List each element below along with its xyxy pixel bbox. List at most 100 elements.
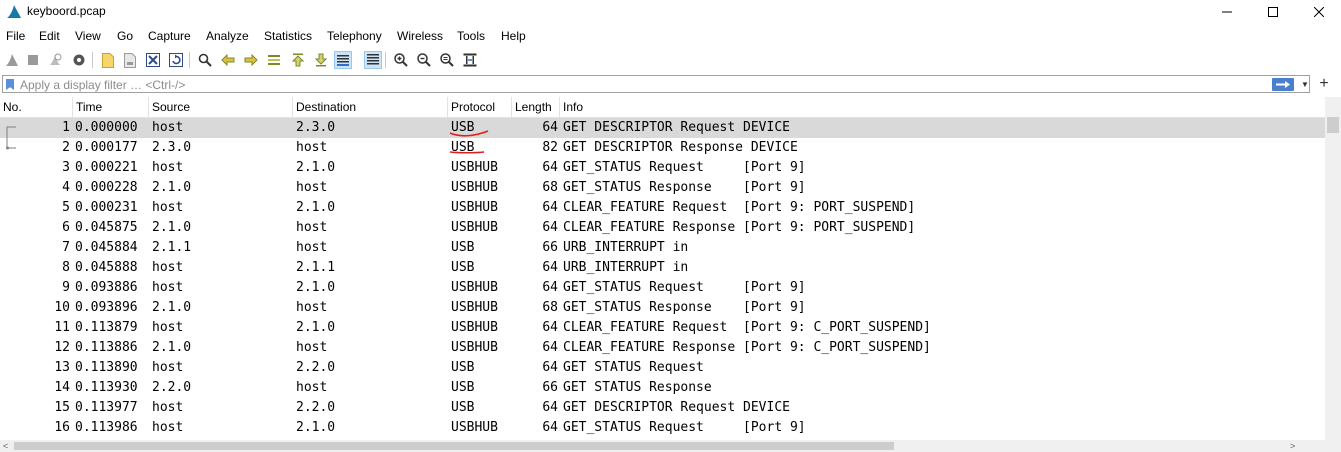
go-first-icon xyxy=(292,53,304,67)
zoom-in-button[interactable] xyxy=(392,51,410,69)
packet-row[interactable]: 7 0.045884 2.1.1 host USB 66 URB_INTERRUPT in xyxy=(0,238,1325,258)
packet-time: 0.113986 xyxy=(75,420,138,435)
packet-row[interactable]: 16 0.113986 host 2.1.0 USBHUB 64 GET_STATUS Re… xyxy=(0,418,1325,438)
packet-info: GET STATUS Request xyxy=(563,360,704,375)
packet-no: 4 xyxy=(62,180,70,195)
display-filter-input[interactable] xyxy=(20,78,1260,92)
packet-protocol: USBHUB xyxy=(451,420,498,435)
scroll-left-icon[interactable]: < xyxy=(3,440,8,452)
horizontal-scrollbar[interactable]: < > xyxy=(0,440,1341,452)
minimize-button[interactable] xyxy=(1204,0,1250,24)
packet-row[interactable]: 14 0.113930 2.2.0 host USB 66 GET STATUS Respo… xyxy=(0,378,1325,398)
packet-destination: 2.2.0 xyxy=(296,400,336,415)
packet-protocol: USBHUB xyxy=(451,300,498,315)
packet-row[interactable]: 1 0.000000 host 2.3.0 USB 64 GET DESCRIPTOR Re… xyxy=(0,118,1325,138)
restart-capture-button[interactable] xyxy=(46,51,64,69)
colorize-button[interactable] xyxy=(364,51,382,69)
column-header-protocol[interactable]: Protocol xyxy=(448,97,512,117)
scroll-thumb[interactable] xyxy=(14,442,894,450)
packet-row[interactable]: 11 0.113879 host 2.1.0 USBHUB 64 CLEAR_FEATURE… xyxy=(0,318,1325,338)
packet-no: 12 xyxy=(54,340,70,355)
packet-destination: 2.1.1 xyxy=(296,260,336,275)
menu-go[interactable]: Go xyxy=(117,29,133,43)
start-capture-button[interactable] xyxy=(3,51,21,69)
packet-row[interactable]: 15 0.113977 host 2.2.0 USB 64 GET DESCRIPTOR R… xyxy=(0,398,1325,418)
packet-protocol: USBHUB xyxy=(451,340,498,355)
go-to-packet-button[interactable] xyxy=(265,51,283,69)
vertical-scrollbar[interactable] xyxy=(1325,97,1341,440)
bookmark-icon[interactable] xyxy=(6,79,14,90)
scroll-right-icon[interactable]: > xyxy=(1290,440,1295,452)
menu-analyze[interactable]: Analyze xyxy=(206,29,249,43)
go-last-button[interactable] xyxy=(312,51,330,69)
packet-row[interactable]: 3 0.000221 host 2.1.0 USBHUB 64 GET_STATUS Req… xyxy=(0,158,1325,178)
column-header-info[interactable]: Info xyxy=(560,97,1325,117)
autoscroll-button[interactable] xyxy=(334,51,352,69)
menu-edit[interactable]: Edit xyxy=(39,29,60,43)
packet-length: 64 xyxy=(542,220,558,235)
menu-help[interactable]: Help xyxy=(501,29,526,43)
menu-view[interactable]: View xyxy=(75,29,101,43)
capture-options-button[interactable] xyxy=(70,51,88,69)
stop-capture-button[interactable] xyxy=(24,51,42,69)
normal-size-button[interactable] xyxy=(438,51,456,69)
column-header-destination[interactable]: Destination xyxy=(293,97,448,117)
close-button[interactable] xyxy=(1296,0,1341,24)
go-back-button[interactable] xyxy=(219,51,237,69)
packet-row[interactable]: 4 0.000228 2.1.0 host USBHUB 68 GET_STATUS Res… xyxy=(0,178,1325,198)
zoom-out-button[interactable] xyxy=(415,51,433,69)
save-file-button[interactable] xyxy=(121,51,139,69)
packet-source: 2.1.0 xyxy=(152,180,192,195)
packet-no: 8 xyxy=(62,260,70,275)
menu-wireless[interactable]: Wireless xyxy=(397,29,443,43)
packet-row[interactable]: 6 0.045875 2.1.0 host USBHUB 64 CLEAR_FEATURE … xyxy=(0,218,1325,238)
display-filter-box: ▼ xyxy=(2,75,1310,93)
packet-row[interactable]: 10 0.093896 2.1.0 host USBHUB 68 GET_STATUS Re… xyxy=(0,298,1325,318)
packet-destination: 2.1.0 xyxy=(296,160,336,175)
find-packet-button[interactable] xyxy=(196,51,214,69)
column-header-length[interactable]: Length xyxy=(512,97,560,117)
menu-telephony[interactable]: Telephony xyxy=(327,29,382,43)
resize-columns-button[interactable] xyxy=(461,51,479,69)
packet-source: 2.1.0 xyxy=(152,220,192,235)
packet-destination: 2.2.0 xyxy=(296,360,336,375)
column-header-no[interactable]: No. xyxy=(0,97,73,117)
scroll-thumb[interactable] xyxy=(1327,117,1339,133)
column-header-source[interactable]: Source xyxy=(149,97,293,117)
packet-protocol: USBHUB xyxy=(451,160,498,175)
go-first-button[interactable] xyxy=(289,51,307,69)
autoscroll-icon xyxy=(337,55,349,66)
packet-destination: host xyxy=(296,140,328,155)
packet-time: 0.093886 xyxy=(75,280,138,295)
column-header-time[interactable]: Time xyxy=(73,97,149,117)
packet-row[interactable]: 9 0.093886 host 2.1.0 USBHUB 64 GET_STATUS Req… xyxy=(0,278,1325,298)
packet-row[interactable]: 5 0.000231 host 2.1.0 USBHUB 64 CLEAR_FEATURE … xyxy=(0,198,1325,218)
packet-source: host xyxy=(152,200,184,215)
maximize-icon xyxy=(1268,7,1278,17)
add-filter-button[interactable]: + xyxy=(1315,75,1333,93)
reload-file-button[interactable] xyxy=(167,51,185,69)
menu-file[interactable]: File xyxy=(6,29,25,43)
menu-statistics[interactable]: Statistics xyxy=(264,29,312,43)
packet-row[interactable]: 8 0.045888 host 2.1.1 USB 64 URB_INTERRUPT in xyxy=(0,258,1325,278)
filter-history-dropdown[interactable]: ▼ xyxy=(1299,76,1311,92)
close-file-button[interactable] xyxy=(144,51,162,69)
packet-protocol: USB xyxy=(451,260,475,275)
packet-time: 0.113977 xyxy=(75,400,138,415)
go-forward-button[interactable] xyxy=(242,51,260,69)
menu-capture[interactable]: Capture xyxy=(148,29,191,43)
packet-time: 0.093896 xyxy=(75,300,138,315)
packet-no: 13 xyxy=(54,360,70,375)
packet-destination: 2.1.0 xyxy=(296,280,336,295)
packet-row[interactable]: 2 0.000177 2.3.0 host USB 82 GET DESCRIPTOR Re… xyxy=(0,138,1325,158)
menu-tools[interactable]: Tools xyxy=(457,29,485,43)
open-file-button[interactable] xyxy=(99,51,117,69)
packet-row[interactable]: 13 0.113890 host 2.2.0 USB 64 GET STATUS Reque… xyxy=(0,358,1325,378)
packet-row[interactable]: 12 0.113886 2.1.0 host USBHUB 64 CLEAR_FEATURE… xyxy=(0,338,1325,358)
packet-no: 11 xyxy=(54,320,70,335)
packet-length: 64 xyxy=(542,320,558,335)
red-underline-annotation xyxy=(449,130,489,137)
maximize-button[interactable] xyxy=(1250,0,1296,24)
apply-filter-button[interactable] xyxy=(1272,78,1294,91)
packet-destination: 2.1.0 xyxy=(296,200,336,215)
